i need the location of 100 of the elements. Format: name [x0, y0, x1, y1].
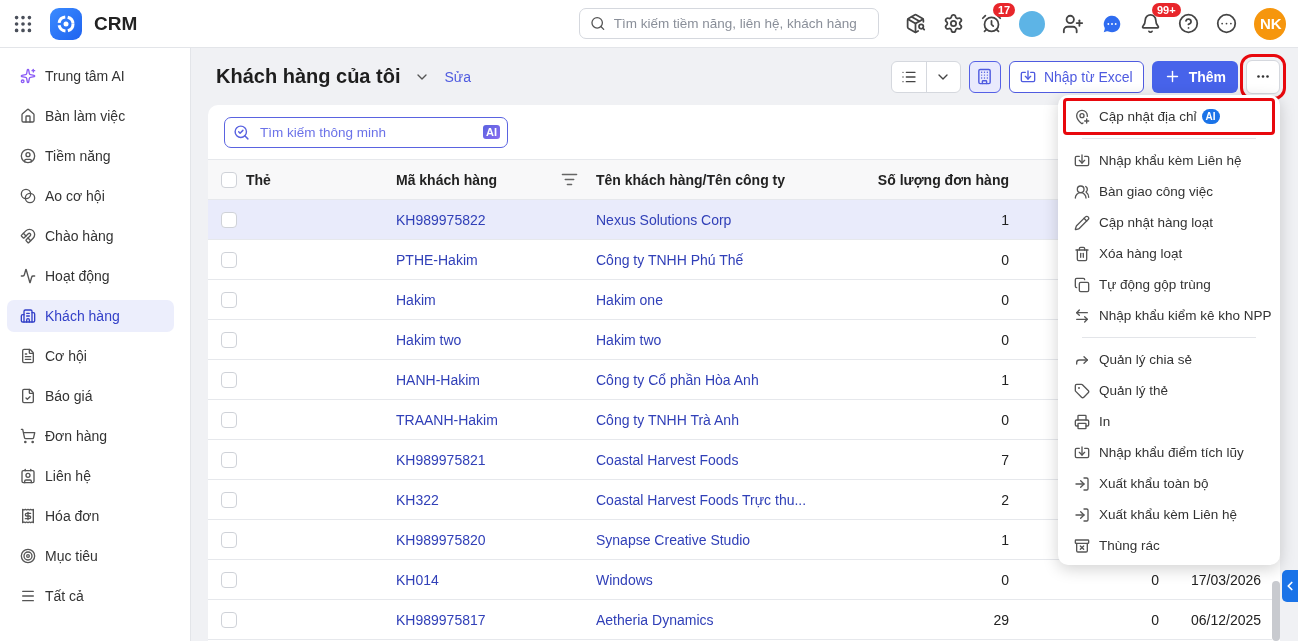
- copy-icon: [1074, 276, 1090, 293]
- table-cell: 0: [1001, 331, 1009, 348]
- import-icon: [1074, 152, 1090, 169]
- sidebar-item[interactable]: Liên hệ: [7, 460, 174, 492]
- box-search-icon[interactable]: [905, 13, 926, 34]
- checkbox[interactable]: [221, 491, 237, 508]
- customer-code-link[interactable]: KH989975821: [396, 451, 596, 468]
- import-excel-button[interactable]: Nhập từ Excel: [1008, 60, 1144, 93]
- home-icon: [20, 108, 36, 124]
- sidebar-item[interactable]: Hoạt động: [7, 260, 174, 292]
- users-icon: [1074, 183, 1090, 200]
- sidebar-item[interactable]: Mục tiêu: [7, 540, 174, 572]
- customer-name-link[interactable]: Công ty Cổ phần Hòa Anh: [596, 371, 861, 388]
- avatar[interactable]: [1019, 10, 1045, 37]
- customer-name-link[interactable]: Aetheria Dynamics: [596, 611, 861, 628]
- customer-name-link[interactable]: Hakim two: [596, 331, 861, 348]
- sidebar-item[interactable]: Báo giá: [7, 380, 174, 412]
- circles-icon: [20, 188, 36, 204]
- menu-item[interactable]: Thùng rác: [1066, 530, 1272, 561]
- table-cell: 1: [1001, 371, 1009, 388]
- more-icon[interactable]: [1216, 13, 1237, 34]
- checkbox[interactable]: [221, 531, 237, 548]
- building-button[interactable]: [968, 60, 1001, 93]
- checkbox[interactable]: [221, 571, 237, 588]
- receipt-icon: [20, 508, 36, 524]
- customer-code-link[interactable]: HANH-Hakim: [396, 371, 596, 388]
- checkbox[interactable]: [221, 331, 237, 348]
- checkbox[interactable]: [221, 371, 237, 388]
- page-title: Khách hàng của tôi: [216, 65, 401, 88]
- table-cell: 2: [1001, 491, 1009, 508]
- alarm-clock-icon[interactable]: [981, 13, 1002, 34]
- menu-item[interactable]: Xóa hàng loạt: [1066, 238, 1272, 269]
- sidebar-item[interactable]: Trung tâm AI: [7, 60, 174, 92]
- collapse-tab-button[interactable]: [1282, 570, 1298, 602]
- customer-name-link[interactable]: Công ty TNHH Phú Thế: [596, 251, 861, 268]
- customer-name-link[interactable]: Coastal Harvest Foods Trực thu...: [596, 491, 861, 508]
- sidebar-item[interactable]: Chào hàng: [7, 220, 174, 252]
- global-search-field[interactable]: Tìm kiếm tiềm năng, liên hệ, khách hàng: [579, 8, 879, 39]
- customer-name-link[interactable]: Hakim one: [596, 291, 861, 308]
- sidebar-item[interactable]: Khách hàng: [7, 300, 174, 332]
- ai-badge: AI: [1201, 109, 1220, 124]
- checkbox[interactable]: [221, 451, 237, 468]
- sidebar-item[interactable]: Tiềm năng: [7, 140, 174, 172]
- sidebar-item[interactable]: Hóa đơn: [7, 500, 174, 532]
- menu-item[interactable]: In: [1066, 406, 1272, 437]
- checkbox[interactable]: [221, 291, 237, 308]
- customer-code-link[interactable]: KH014: [396, 571, 596, 588]
- table-cell: 0: [1001, 571, 1009, 588]
- customer-name-link[interactable]: Nexus Solutions Corp: [596, 211, 861, 228]
- filter-icon[interactable]: [561, 171, 578, 188]
- menu-item[interactable]: Cập nhật địa chỉ AI: [1066, 101, 1272, 132]
- chat-icon[interactable]: [1101, 12, 1123, 35]
- customer-code-link[interactable]: TRAANH-Hakim: [396, 411, 596, 428]
- app-name: CRM: [94, 12, 138, 35]
- building-icon: [20, 308, 36, 324]
- settings-icon[interactable]: [943, 13, 964, 34]
- bell-icon[interactable]: [1140, 13, 1161, 34]
- sidebar-item[interactable]: Đơn hàng: [7, 420, 174, 452]
- sidebar-item[interactable]: Cơ hội: [7, 340, 174, 372]
- customer-name-link[interactable]: Công ty TNHH Trà Anh: [596, 411, 861, 428]
- menu-item[interactable]: Cập nhật hàng loạt: [1066, 207, 1272, 238]
- sidebar-item[interactable]: Tất cả: [7, 580, 174, 612]
- menu-item[interactable]: Nhập khẩu kèm Liên hệ: [1066, 145, 1272, 176]
- column-header: Mã khách hàng: [396, 171, 498, 188]
- checkbox[interactable]: [221, 611, 237, 628]
- add-button[interactable]: Thêm: [1151, 60, 1238, 93]
- customer-code-link[interactable]: KH989975817: [396, 611, 596, 628]
- customer-code-link[interactable]: Hakim two: [396, 331, 596, 348]
- table-cell: 0: [1001, 411, 1009, 428]
- table-cell: 1: [1001, 531, 1009, 548]
- customer-name-link[interactable]: Synapse Creative Studio: [596, 531, 861, 548]
- target-icon: [20, 548, 36, 564]
- customer-code-link[interactable]: Hakim: [396, 291, 596, 308]
- scrollbar[interactable]: [1272, 581, 1280, 641]
- sidebar-item[interactable]: Bàn làm việc: [7, 100, 174, 132]
- table-cell: 29: [993, 611, 1009, 628]
- logo-icon: [50, 7, 82, 40]
- checkbox[interactable]: [221, 411, 237, 428]
- customer-code-link[interactable]: KH989975820: [396, 531, 596, 548]
- customer-name-link[interactable]: Windows: [596, 571, 861, 588]
- search-icon: [233, 123, 250, 141]
- count-badge: 99+: [1152, 3, 1181, 17]
- cart-icon: [20, 428, 36, 444]
- checkbox[interactable]: [221, 211, 237, 228]
- building-icon: [976, 68, 994, 85]
- export-icon: [1074, 475, 1090, 492]
- customer-code-link[interactable]: KH322: [396, 491, 596, 508]
- person-circle-icon: [20, 148, 36, 164]
- edit-link[interactable]: Sửa: [444, 68, 471, 85]
- checkbox[interactable]: [221, 171, 237, 188]
- sidebar-item[interactable]: Ao cơ hội: [7, 180, 174, 212]
- menu-item[interactable]: Nhập khẩu điểm tích lũy: [1066, 437, 1272, 468]
- smart-search-field[interactable]: Tìm kiếm thông minh AI: [224, 116, 508, 148]
- customer-code-link[interactable]: KH989975822: [396, 211, 596, 228]
- customer-code-link[interactable]: PTHE-Hakim: [396, 251, 596, 268]
- checkbox[interactable]: [221, 251, 237, 268]
- customer-name-link[interactable]: Coastal Harvest Foods: [596, 451, 861, 468]
- user-plus-icon[interactable]: [1062, 12, 1084, 35]
- help-icon[interactable]: [1178, 13, 1199, 34]
- ellipsis-icon: [1257, 75, 1269, 78]
